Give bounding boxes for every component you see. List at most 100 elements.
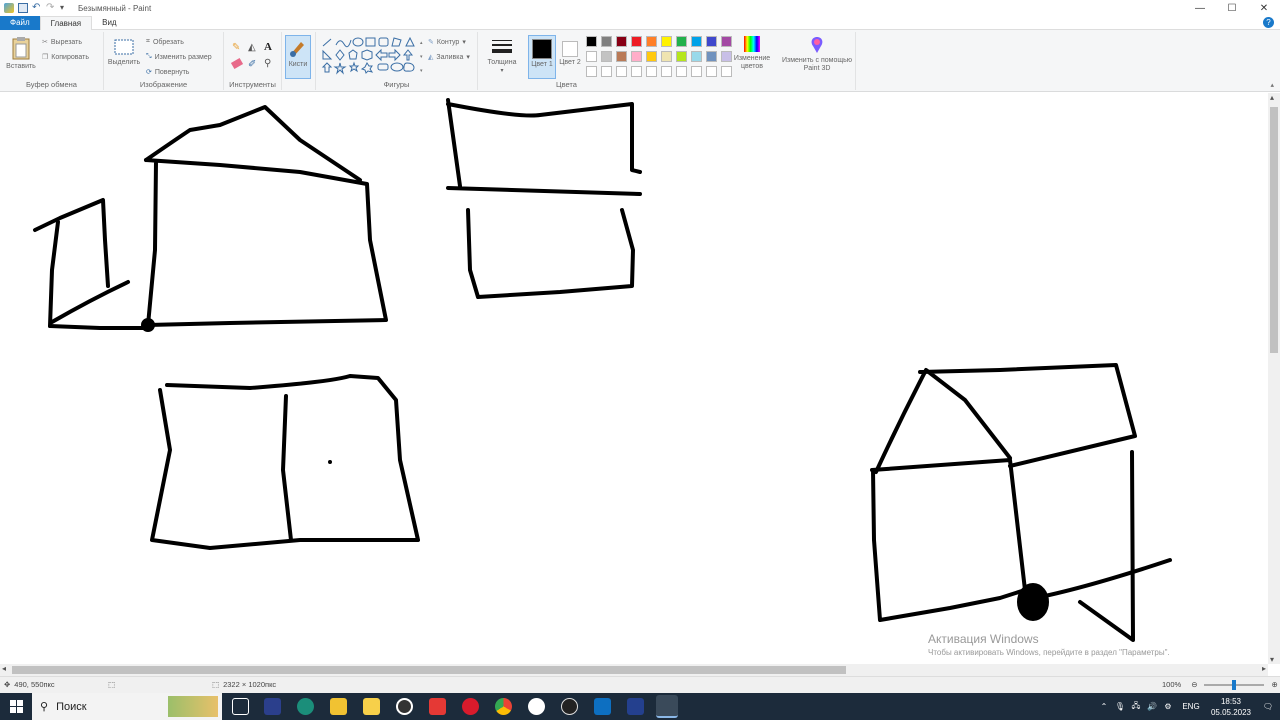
pencil-icon[interactable]: ✎: [232, 42, 240, 53]
collapse-ribbon-icon[interactable]: ▴: [1270, 81, 1274, 89]
palette-swatch[interactable]: [706, 36, 717, 47]
palette-swatch[interactable]: [601, 66, 612, 77]
select-button[interactable]: Выделить: [106, 38, 142, 67]
close-button[interactable]: ✕: [1248, 0, 1280, 16]
magnifier-icon[interactable]: ⚲: [264, 58, 271, 69]
brushes-button[interactable]: Кисти: [285, 35, 311, 79]
zoom-slider-thumb[interactable]: [1232, 679, 1237, 690]
size-button[interactable]: Толщина ▾: [482, 38, 522, 75]
undo-icon[interactable]: ↶: [32, 3, 42, 13]
paint3d-button[interactable]: Изменить с помощью Paint 3D: [780, 36, 854, 73]
color2-button[interactable]: Цвет 2: [558, 35, 582, 79]
text-icon[interactable]: A: [264, 41, 272, 53]
palette-swatch[interactable]: [706, 66, 717, 77]
shapes-gallery[interactable]: [320, 36, 424, 78]
palette-swatch[interactable]: [646, 51, 657, 62]
palette-swatch[interactable]: [601, 36, 612, 47]
redo-icon[interactable]: ↷: [46, 3, 56, 13]
palette-swatch[interactable]: [616, 51, 627, 62]
scroll-right-arrow[interactable]: ▸: [1262, 664, 1266, 673]
eraser-icon[interactable]: [230, 57, 244, 70]
palette-swatch[interactable]: [676, 66, 687, 77]
palette-swatch[interactable]: [631, 51, 642, 62]
palette-swatch[interactable]: [661, 66, 672, 77]
tab-file[interactable]: Файл: [0, 16, 40, 30]
start-button[interactable]: [0, 693, 32, 720]
horizontal-scroll-thumb[interactable]: [12, 666, 846, 674]
paint-taskbar-icon[interactable]: [656, 695, 678, 718]
outline-dropdown[interactable]: ✎ Контур ▾: [428, 38, 466, 47]
yandex-icon[interactable]: [429, 698, 446, 715]
palette-swatch[interactable]: [631, 66, 642, 77]
rotate-button[interactable]: ⟳ Повернуть: [146, 68, 189, 77]
palette-swatch[interactable]: [616, 36, 627, 47]
horizontal-scrollbar[interactable]: ◂ ▸: [0, 664, 1268, 676]
tab-home[interactable]: Главная: [39, 16, 93, 30]
palette-swatch[interactable]: [601, 51, 612, 62]
store-icon[interactable]: [363, 698, 380, 715]
fill-dropdown[interactable]: ◭ Заливка ▾: [428, 53, 470, 62]
drawing-canvas[interactable]: [0, 93, 1268, 664]
palette-swatch[interactable]: [616, 66, 627, 77]
crop-button[interactable]: ⌗ Обрезать: [146, 38, 184, 46]
palette-swatch[interactable]: [676, 36, 687, 47]
chrome-icon[interactable]: [495, 698, 512, 715]
github-icon[interactable]: [561, 698, 578, 715]
paste-button[interactable]: Вставить: [4, 36, 38, 71]
resize-button[interactable]: ⤡ Изменить размер: [146, 53, 212, 61]
yandex-browser-icon[interactable]: [528, 698, 545, 715]
shapes-scroll-arrows[interactable]: ▴ ▾ ▾: [420, 36, 426, 78]
save-icon[interactable]: [18, 3, 28, 13]
palette-swatch[interactable]: [706, 51, 717, 62]
vscode-icon[interactable]: [594, 698, 611, 715]
edge-browser-icon[interactable]: [297, 698, 314, 715]
palette-swatch[interactable]: [646, 36, 657, 47]
vertical-scrollbar[interactable]: ▴ ▾: [1268, 93, 1280, 664]
edit-colors-button[interactable]: Изменение цветов: [730, 36, 774, 71]
file-explorer-icon[interactable]: [330, 698, 347, 715]
palette-swatch[interactable]: [661, 36, 672, 47]
palette-swatch[interactable]: [691, 51, 702, 62]
color1-button[interactable]: Цвет 1: [528, 35, 556, 79]
maximize-button[interactable]: ☐: [1216, 0, 1248, 16]
tray-overflow-icon[interactable]: ⌃: [1096, 702, 1112, 711]
zoom-slider[interactable]: [1204, 679, 1265, 690]
vertical-scroll-thumb[interactable]: [1270, 107, 1278, 353]
scroll-up-arrow[interactable]: ▴: [1270, 93, 1274, 102]
palette-swatch[interactable]: [646, 66, 657, 77]
scroll-left-arrow[interactable]: ◂: [2, 664, 6, 673]
palette-swatch[interactable]: [691, 36, 702, 47]
minimize-button[interactable]: —: [1184, 0, 1216, 16]
palette-swatch[interactable]: [586, 66, 597, 77]
palette-swatch[interactable]: [661, 51, 672, 62]
taskbar-search[interactable]: ⚲ Поиск: [32, 693, 222, 720]
clock[interactable]: 18:53 05.05.2023: [1206, 696, 1256, 718]
fill-bucket-icon[interactable]: ◭: [248, 42, 256, 53]
taskbar-app-icon[interactable]: [264, 698, 281, 715]
notifications-icon[interactable]: 🗨: [1256, 702, 1280, 711]
palette-swatch[interactable]: [676, 51, 687, 62]
help-icon[interactable]: ?: [1263, 17, 1274, 28]
palette-swatch[interactable]: [631, 36, 642, 47]
palette-swatch[interactable]: [586, 51, 597, 62]
cut-button[interactable]: ✂ Вырезать: [42, 38, 82, 47]
refresh-app-icon[interactable]: [396, 698, 413, 715]
settings-icon[interactable]: ⚙: [1160, 702, 1176, 711]
zoom-in-icon[interactable]: ⊕: [1271, 680, 1277, 689]
palette-swatch[interactable]: [586, 36, 597, 47]
network-icon[interactable]: 🖧: [1128, 700, 1144, 714]
volume-icon[interactable]: 🔊: [1144, 702, 1160, 711]
microphone-icon[interactable]: 🎙: [1112, 702, 1128, 711]
powershell-icon[interactable]: [627, 698, 644, 715]
opera-icon[interactable]: [462, 698, 479, 715]
task-view-icon[interactable]: [232, 698, 249, 715]
scroll-down-arrow[interactable]: ▾: [1270, 655, 1274, 664]
language-indicator[interactable]: ENG: [1176, 702, 1206, 711]
tab-view[interactable]: Вид: [92, 16, 126, 30]
color-picker-icon[interactable]: ✐: [248, 59, 256, 70]
palette-swatch[interactable]: [691, 66, 702, 77]
canvas-area[interactable]: Активация Windows Чтобы активировать Win…: [0, 93, 1268, 664]
customize-quick-access-dropdown[interactable]: ▾: [60, 3, 70, 13]
zoom-out-icon[interactable]: ⊖: [1191, 680, 1197, 689]
copy-button[interactable]: ❐ Копировать: [42, 53, 89, 62]
